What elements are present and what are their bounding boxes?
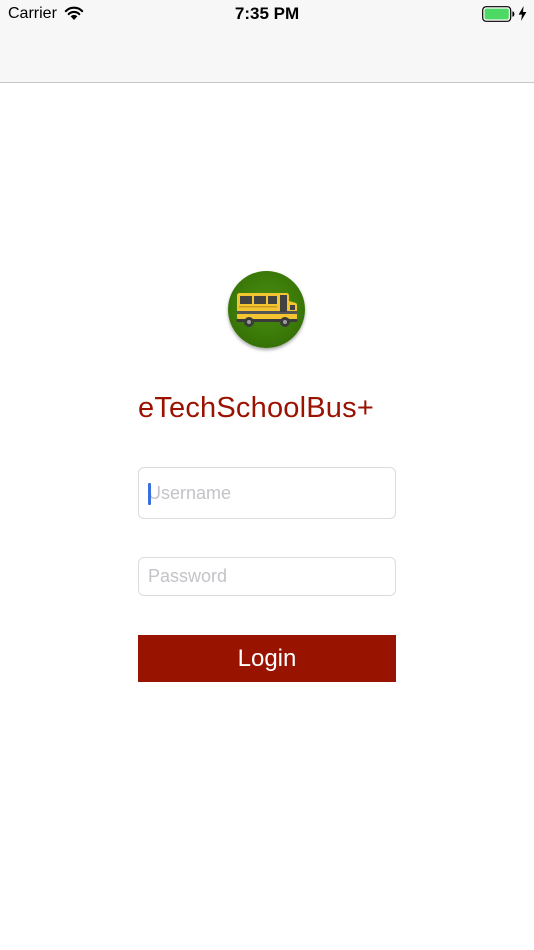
charging-icon [518,6,527,21]
password-input[interactable] [139,558,395,595]
password-field[interactable] [138,557,396,596]
school-bus-icon [236,293,298,327]
navigation-bar [0,28,534,83]
status-bar: Carrier 7:35 PM [0,0,534,28]
status-time: 7:35 PM [234,4,300,23]
battery-icon [482,6,515,22]
text-cursor [148,483,151,505]
app-title: eTechSchoolBus+ [138,392,374,424]
login-button[interactable]: Login [138,635,396,682]
login-screen: Carrier 7:35 PM eTechSchoolBus+ Username… [0,0,534,950]
app-logo [228,271,305,348]
username-field[interactable] [138,467,396,519]
username-input[interactable] [139,468,395,518]
